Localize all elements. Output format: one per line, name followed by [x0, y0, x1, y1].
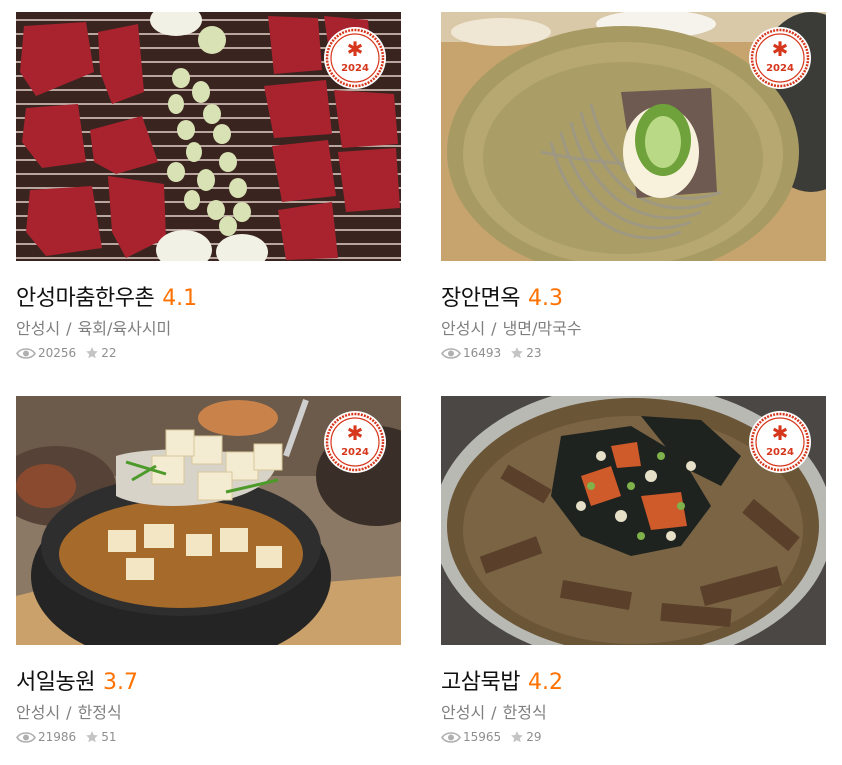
restaurant-rating: 3.7 — [102, 670, 138, 695]
restaurant-rating: 4.2 — [527, 670, 563, 695]
svg-text:✱: ✱ — [347, 421, 364, 445]
region: 안성시 — [441, 703, 486, 722]
svg-text:✱: ✱ — [772, 37, 789, 61]
svg-text:✱: ✱ — [772, 421, 789, 445]
stats-row: 20256 22 — [16, 345, 401, 361]
restaurant-photo[interactable]: ✱ 2024 — [16, 12, 401, 261]
star-icon — [511, 731, 524, 743]
restaurant-card[interactable]: ✱ 2024 서일농원 3.7 안성시 / 한정식 21986 51 — [16, 396, 401, 745]
separator: / — [491, 703, 497, 722]
region: 안성시 — [441, 319, 486, 338]
review-count: 22 — [101, 346, 117, 360]
title-row: 고삼묵밥 4.2 — [441, 664, 826, 696]
restaurant-name[interactable]: 안성마춤한우촌 — [16, 280, 155, 312]
eye-icon — [441, 731, 461, 743]
restaurant-name[interactable]: 고삼묵밥 — [441, 664, 520, 696]
restaurant-meta: 안성시 / 냉면/막국수 — [441, 315, 826, 338]
views-stat: 15965 — [441, 730, 501, 744]
reviews-stat: 22 — [85, 346, 116, 360]
restaurant-meta: 안성시 / 한정식 — [16, 699, 401, 722]
reviews-stat: 23 — [510, 346, 541, 360]
badge-year: 2024 — [341, 63, 369, 74]
view-count: 15965 — [463, 730, 502, 744]
view-count: 21986 — [38, 730, 77, 744]
region: 안성시 — [16, 319, 61, 338]
star-icon — [86, 731, 99, 743]
category: 한정식 — [502, 703, 547, 722]
stats-row: 16493 23 — [441, 345, 826, 361]
separator: / — [491, 319, 497, 338]
award-2024-badge-icon: ✱ 2024 — [749, 411, 811, 473]
title-row: 장안면옥 4.3 — [441, 280, 826, 312]
eye-icon — [16, 347, 36, 359]
restaurant-rating: 4.1 — [162, 286, 198, 311]
restaurant-card[interactable]: ✱ 2024 안성마춤한우촌 4.1 안성시 / 육회/육사시미 20256 22 — [16, 12, 401, 361]
category: 육회/육사시미 — [77, 319, 172, 338]
svg-text:✱: ✱ — [347, 37, 364, 61]
restaurant-photo[interactable]: ✱ 2024 — [441, 12, 826, 261]
title-row: 서일농원 3.7 — [16, 664, 401, 696]
views-stat: 16493 — [441, 346, 501, 360]
badge-year: 2024 — [766, 447, 794, 458]
restaurant-card[interactable]: ✱ 2024 고삼묵밥 4.2 안성시 / 한정식 15965 29 — [441, 396, 826, 745]
category: 한정식 — [77, 703, 122, 722]
separator: / — [66, 703, 72, 722]
review-count: 29 — [526, 730, 542, 744]
eye-icon — [16, 731, 36, 743]
restaurant-rating: 4.3 — [527, 286, 563, 311]
view-count: 16493 — [463, 346, 502, 360]
restaurant-photo[interactable]: ✱ 2024 — [16, 396, 401, 645]
restaurant-photo[interactable]: ✱ 2024 — [441, 396, 826, 645]
stats-row: 21986 51 — [16, 729, 401, 745]
restaurant-card[interactable]: ✱ 2024 장안면옥 4.3 안성시 / 냉면/막국수 16493 23 — [441, 12, 826, 361]
separator: / — [66, 319, 72, 338]
review-count: 23 — [526, 346, 542, 360]
award-2024-badge-icon: ✱ 2024 — [324, 27, 386, 89]
star-icon — [86, 347, 99, 359]
restaurant-name[interactable]: 장안면옥 — [441, 280, 520, 312]
restaurant-meta: 안성시 / 한정식 — [441, 699, 826, 722]
title-row: 안성마춤한우촌 4.1 — [16, 280, 401, 312]
restaurant-meta: 안성시 / 육회/육사시미 — [16, 315, 401, 338]
category: 냉면/막국수 — [502, 319, 582, 338]
views-stat: 21986 — [16, 730, 76, 744]
review-count: 51 — [101, 730, 117, 744]
eye-icon — [441, 347, 461, 359]
badge-year: 2024 — [766, 63, 794, 74]
award-2024-badge-icon: ✱ 2024 — [749, 27, 811, 89]
badge-year: 2024 — [341, 447, 369, 458]
restaurant-name[interactable]: 서일농원 — [16, 664, 95, 696]
star-icon — [511, 347, 524, 359]
stats-row: 15965 29 — [441, 729, 826, 745]
view-count: 20256 — [38, 346, 77, 360]
views-stat: 20256 — [16, 346, 76, 360]
reviews-stat: 29 — [510, 730, 541, 744]
award-2024-badge-icon: ✱ 2024 — [324, 411, 386, 473]
region: 안성시 — [16, 703, 61, 722]
reviews-stat: 51 — [85, 730, 116, 744]
